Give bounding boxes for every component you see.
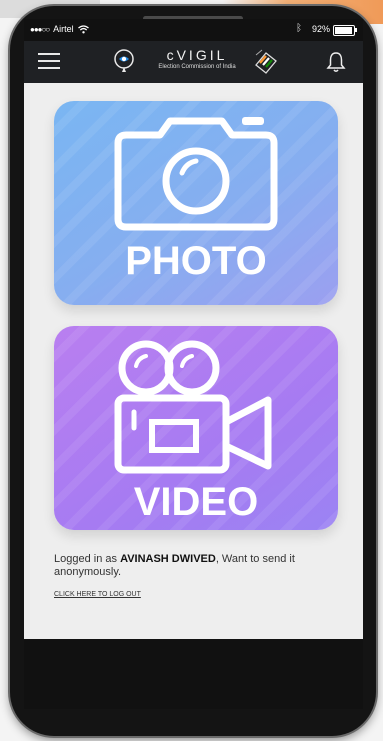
battery-icon bbox=[333, 25, 357, 36]
phone-screen: ●●●○○ Airtel ᛒ 92% cVIGIL Election Commi… bbox=[24, 19, 363, 639]
login-info: Logged in as AVINASH DWIVED, Want to sen… bbox=[54, 553, 334, 579]
location-pin-eye-icon bbox=[114, 49, 134, 72]
battery-nub bbox=[355, 28, 357, 32]
signal-dots-icon: ●●●○○ bbox=[30, 24, 50, 34]
app-bar: cVIGIL Election Commission of India bbox=[24, 41, 363, 83]
video-label: VIDEO bbox=[133, 480, 259, 524]
video-camera-icon bbox=[114, 340, 272, 474]
phone-bottom-bezel bbox=[24, 639, 363, 709]
battery-percent: 92% bbox=[312, 24, 331, 34]
camera-icon bbox=[114, 117, 278, 231]
battery-fill bbox=[335, 27, 352, 34]
hamburger-icon[interactable] bbox=[38, 51, 60, 71]
photo-button[interactable]: PHOTO bbox=[54, 101, 338, 305]
brand: cVIGIL Election Commission of India bbox=[142, 47, 252, 70]
app-title: cVIGIL bbox=[166, 47, 228, 63]
wifi-icon bbox=[77, 24, 89, 33]
status-bar: ●●●○○ Airtel ᛒ 92% bbox=[24, 19, 363, 41]
carrier-name: Airtel bbox=[53, 24, 74, 34]
video-button[interactable]: VIDEO bbox=[54, 326, 338, 530]
bell-icon[interactable] bbox=[326, 51, 346, 73]
logout-link[interactable]: CLICK HERE TO LOG OUT bbox=[54, 591, 141, 598]
photo-label: PHOTO bbox=[125, 239, 267, 283]
user-name: AVINASH DWIVED bbox=[120, 553, 216, 565]
login-prefix: Logged in as bbox=[54, 553, 121, 565]
bluetooth-icon: ᛒ bbox=[296, 23, 302, 34]
app-subtitle: Election Commission of India bbox=[158, 64, 236, 70]
ballot-box-icon bbox=[255, 49, 277, 74]
status-left: ●●●○○ Airtel bbox=[30, 24, 89, 34]
